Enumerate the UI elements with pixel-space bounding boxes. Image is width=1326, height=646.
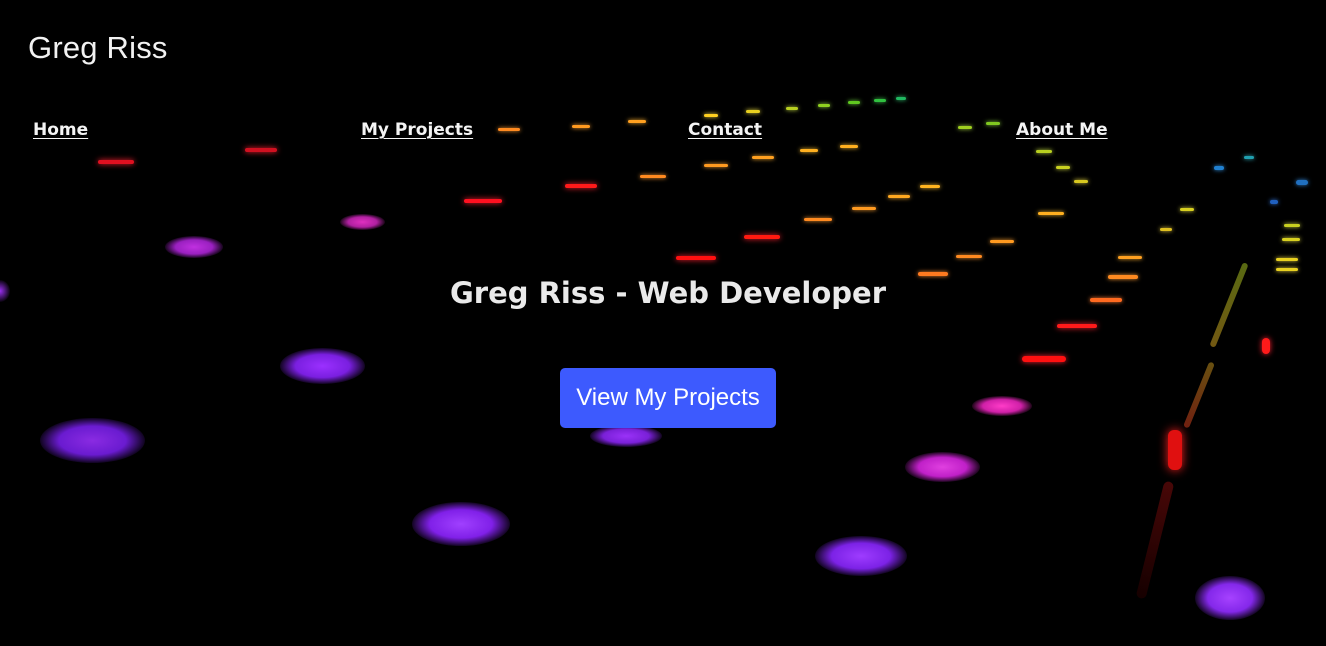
key-glow: [888, 195, 910, 198]
key-glow: [1262, 338, 1270, 354]
nav-link-my-projects[interactable]: My Projects: [361, 120, 473, 140]
key-glow: [752, 156, 774, 159]
key-glow: [704, 164, 728, 167]
keyboard-edge-glow: [1183, 361, 1215, 429]
key-glow: [800, 149, 818, 152]
key-glow: [874, 99, 886, 102]
key-glow: [852, 207, 876, 210]
key-glow: [746, 110, 760, 113]
key-glow: [956, 255, 982, 258]
key-glow: [818, 104, 830, 107]
key-glow: [704, 114, 718, 117]
key-glow: [804, 218, 832, 221]
key-glow: [340, 214, 385, 230]
site-brand[interactable]: Greg Riss: [28, 30, 168, 66]
key-glow: [640, 175, 666, 178]
key-glow: [1057, 324, 1097, 328]
key-glow: [905, 452, 980, 482]
key-glow: [1276, 268, 1298, 271]
key-glow: [1244, 156, 1254, 159]
key-glow: [1195, 576, 1265, 620]
key-glow: [1214, 166, 1224, 170]
key-glow: [565, 184, 597, 188]
key-glow: [786, 107, 798, 110]
key-glow: [1282, 238, 1300, 241]
key-glow: [1270, 200, 1278, 204]
key-glow: [848, 101, 860, 104]
key-glow: [165, 236, 223, 258]
nav-link-home[interactable]: Home: [33, 120, 88, 140]
keyboard-edge-glow: [1135, 480, 1175, 600]
key-glow: [280, 348, 365, 384]
key-glow: [815, 536, 907, 576]
key-glow: [1180, 208, 1194, 211]
key-glow: [1056, 166, 1070, 169]
key-glow: [245, 148, 277, 152]
main-nav: Home My Projects Contact About Me: [0, 120, 1326, 146]
key-glow: [920, 185, 940, 188]
key-glow: [464, 199, 502, 203]
key-glow: [676, 256, 716, 260]
key-glow: [1074, 180, 1088, 183]
key-glow: [896, 97, 906, 100]
key-glow: [1284, 224, 1300, 227]
key-glow: [590, 425, 662, 447]
hero-title: Greg Riss - Web Developer: [449, 276, 887, 310]
key-glow: [40, 418, 145, 463]
key-glow: [744, 235, 780, 239]
key-glow: [1296, 180, 1308, 185]
key-glow: [1276, 258, 1298, 261]
nav-link-contact[interactable]: Contact: [688, 120, 762, 140]
hero-background-image: [0, 0, 1326, 646]
key-glow: [1038, 212, 1064, 215]
view-my-projects-button[interactable]: View My Projects: [560, 368, 776, 428]
key-glow: [990, 240, 1014, 243]
key-glow: [972, 396, 1032, 416]
key-glow: [1160, 228, 1172, 231]
key-glow: [412, 502, 510, 546]
key-glow: [98, 160, 134, 164]
key-glow: [1036, 150, 1052, 153]
key-glow: [1168, 430, 1182, 470]
key-glow: [1118, 256, 1142, 259]
nav-link-about-me[interactable]: About Me: [1016, 120, 1108, 140]
key-glow: [1022, 356, 1066, 362]
